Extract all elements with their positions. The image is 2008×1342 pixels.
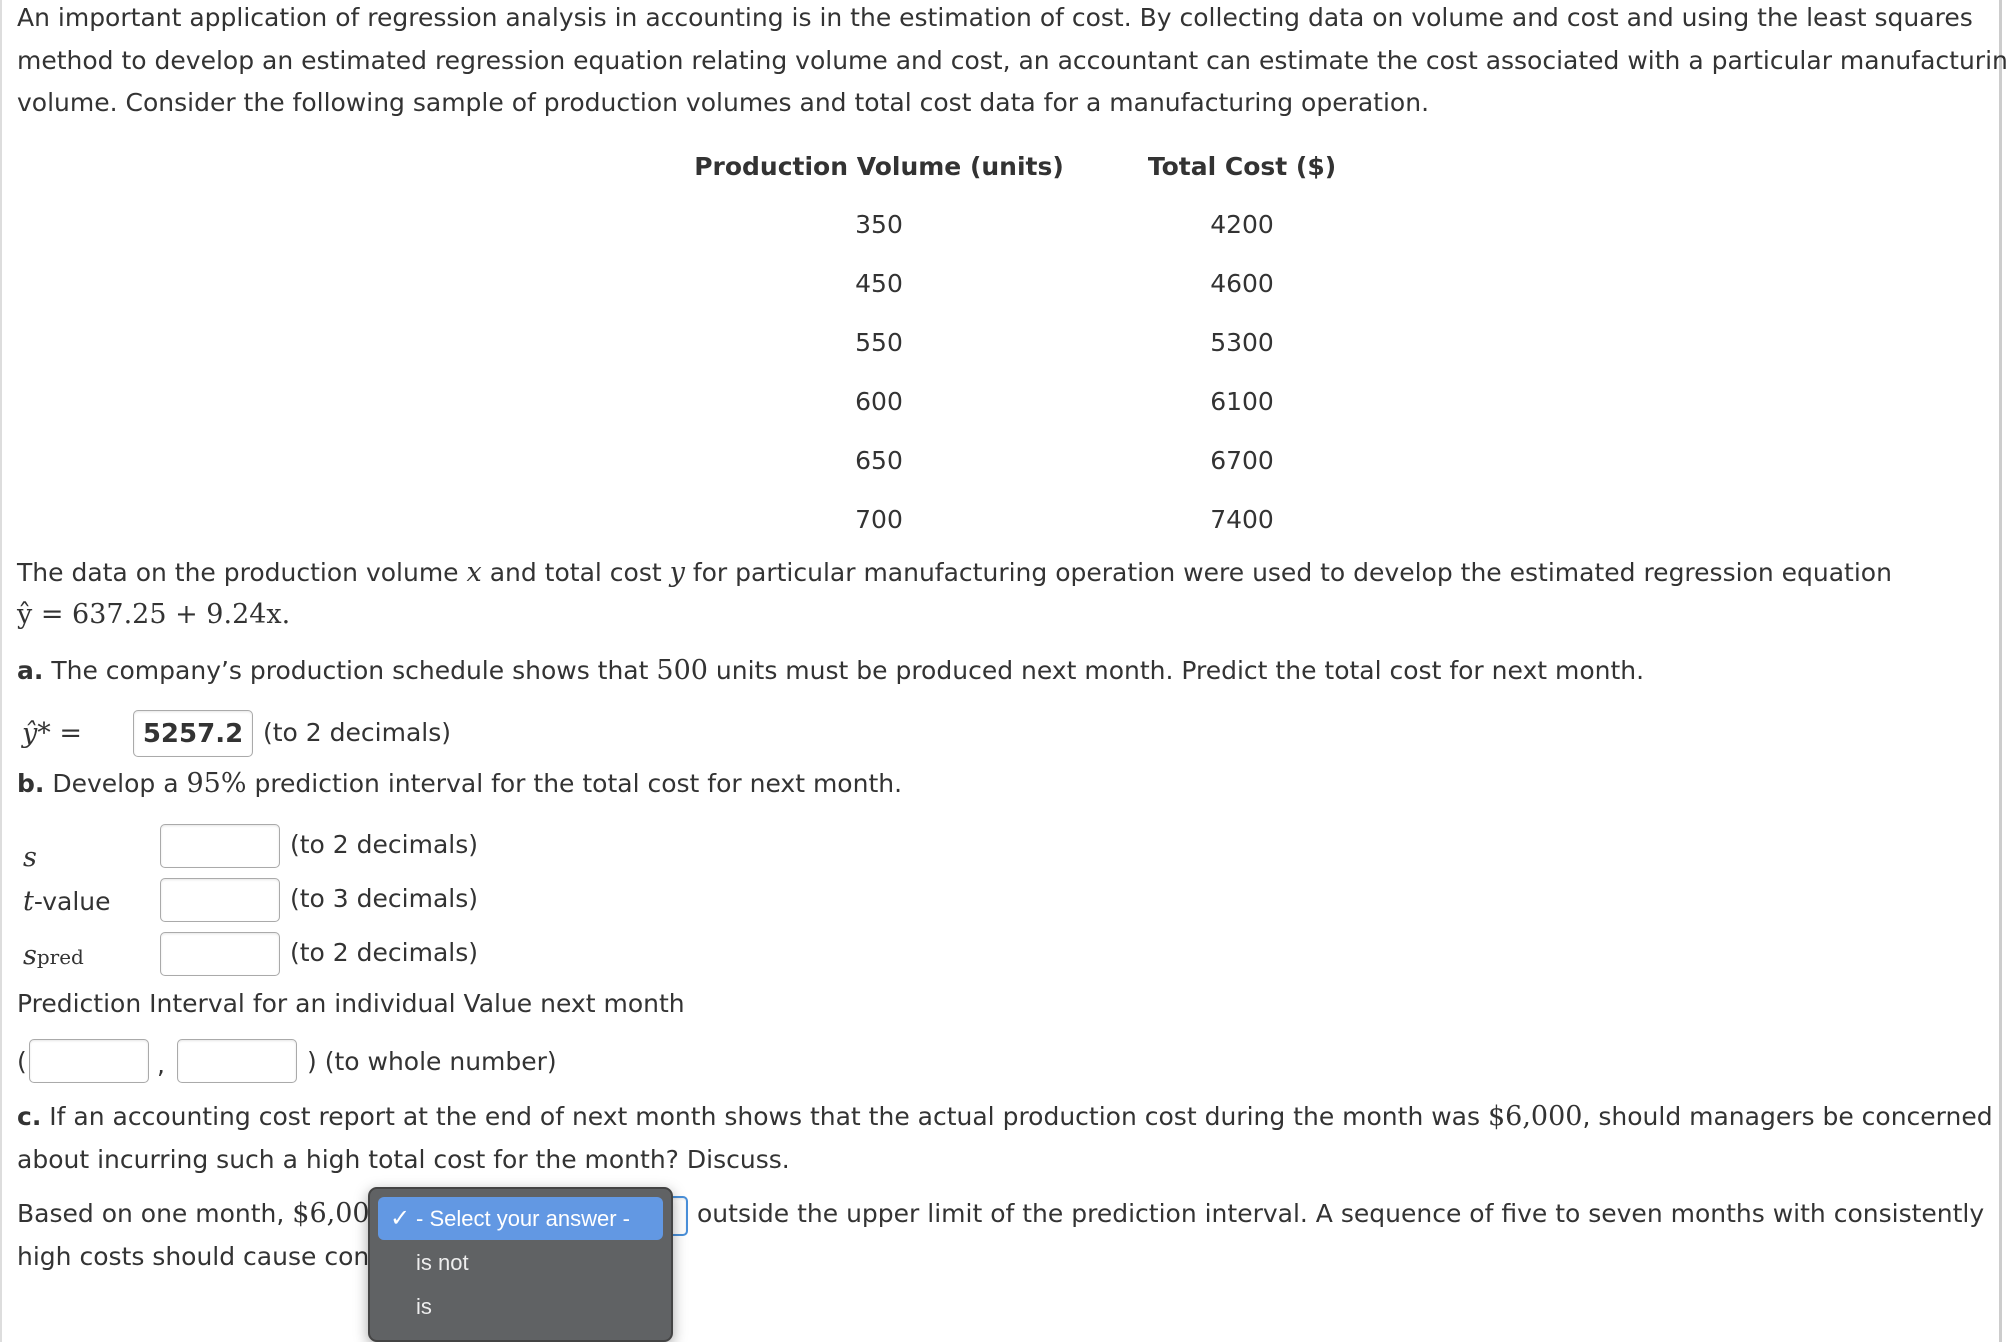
option-label: - Select your answer -: [416, 1206, 630, 1231]
amount: $6,000: [1487, 1101, 1583, 1132]
s-input[interactable]: [160, 824, 280, 868]
intro-line-2: method to develop an estimated regressio…: [17, 46, 2008, 75]
answer-sentence-end: outside the upper limit of the predictio…: [697, 1199, 1985, 1228]
t-value-hint: (to 3 decimals): [290, 884, 478, 913]
s-hint: (to 2 decimals): [290, 830, 478, 859]
cell-cost: 7400: [1210, 505, 1274, 534]
var-x: x: [466, 557, 482, 588]
text: The company’s production schedule shows …: [43, 656, 657, 685]
text: Based on one month,: [17, 1199, 293, 1228]
part-label: b.: [17, 769, 45, 798]
t-symbol: t: [23, 886, 34, 917]
yhat-hint: (to 2 decimals): [263, 718, 451, 747]
yhat-label: ŷ* =: [22, 718, 82, 749]
open-paren: (: [17, 1047, 27, 1076]
s-pred-hint: (to 2 decimals): [290, 938, 478, 967]
units-value: 500: [656, 655, 708, 686]
confidence-level: 95%: [186, 768, 247, 799]
cell-cost: 4600: [1210, 269, 1274, 298]
checkmark-icon: ✓: [390, 1205, 411, 1232]
t-value-input[interactable]: [160, 878, 280, 922]
intro-line-1: An important application of regression a…: [17, 3, 1973, 32]
cell-cost: 6700: [1210, 446, 1274, 475]
lower-bound-input[interactable]: [29, 1039, 149, 1083]
s-label: s: [23, 842, 37, 873]
header-cost: Total Cost ($): [1147, 152, 1337, 181]
cell-volume: 600: [855, 387, 903, 416]
s-symbol: s: [23, 940, 37, 971]
part-label: c.: [17, 1102, 42, 1131]
interval-hint: ) (to whole number): [307, 1047, 557, 1076]
cell-cost: 4200: [1210, 210, 1274, 239]
cell-volume: 450: [855, 269, 903, 298]
t-value-label: t-value: [23, 886, 111, 917]
cell-volume: 550: [855, 328, 903, 357]
cell-volume: 350: [855, 210, 903, 239]
data-description: The data on the production volume x and …: [17, 551, 1892, 594]
text: for particular manufacturing operation w…: [684, 558, 1892, 587]
text: If an accounting cost report at the end …: [41, 1102, 1488, 1131]
part-c-line-2: about incurring such a high total cost f…: [17, 1145, 790, 1174]
intro-line-3: volume. Consider the following sample of…: [17, 88, 1430, 117]
part-a-question: a. The company’s production schedule sho…: [17, 649, 1644, 692]
text: -value: [33, 887, 111, 916]
header-volume: Production Volume (units): [694, 152, 1064, 181]
part-label: a.: [17, 656, 44, 685]
text: and total cost: [481, 558, 670, 587]
part-b-question: b. Develop a 95% prediction interval for…: [17, 762, 902, 805]
part-c-question: c. If an accounting cost report at the e…: [17, 1095, 1993, 1138]
text: Develop a: [44, 769, 187, 798]
regression-equation: ŷ = 637.25 + 9.24x.: [17, 599, 291, 630]
cell-volume: 650: [855, 446, 903, 475]
option-is-not[interactable]: is not: [378, 1241, 663, 1284]
interval-title: Prediction Interval for an individual Va…: [17, 989, 685, 1018]
cell-volume: 700: [855, 505, 903, 534]
answer-line-2: high costs should cause conc: [17, 1242, 383, 1271]
option-select-your-answer[interactable]: ✓ - Select your answer -: [378, 1197, 663, 1240]
option-is[interactable]: is: [378, 1285, 663, 1328]
answer-sentence-start: Based on one month, $6,000: [17, 1192, 387, 1235]
text: units must be produced next month. Predi…: [707, 656, 1645, 685]
text: The data on the production volume: [17, 558, 467, 587]
var-y: y: [669, 557, 685, 588]
upper-bound-input[interactable]: [177, 1039, 297, 1083]
text: , should managers be concerned: [1582, 1102, 1993, 1131]
text: prediction interval for the total cost f…: [246, 769, 903, 798]
s-pred-input[interactable]: [160, 932, 280, 976]
cell-cost: 5300: [1210, 328, 1274, 357]
cell-cost: 6100: [1210, 387, 1274, 416]
dropdown-menu: ✓ - Select your answer - is not is: [368, 1187, 673, 1342]
pred-subscript: pred: [36, 945, 84, 969]
yhat-answer-input[interactable]: 5257.2: [133, 710, 253, 757]
comma: ,: [157, 1050, 165, 1079]
s-pred-label: spred: [23, 940, 84, 971]
